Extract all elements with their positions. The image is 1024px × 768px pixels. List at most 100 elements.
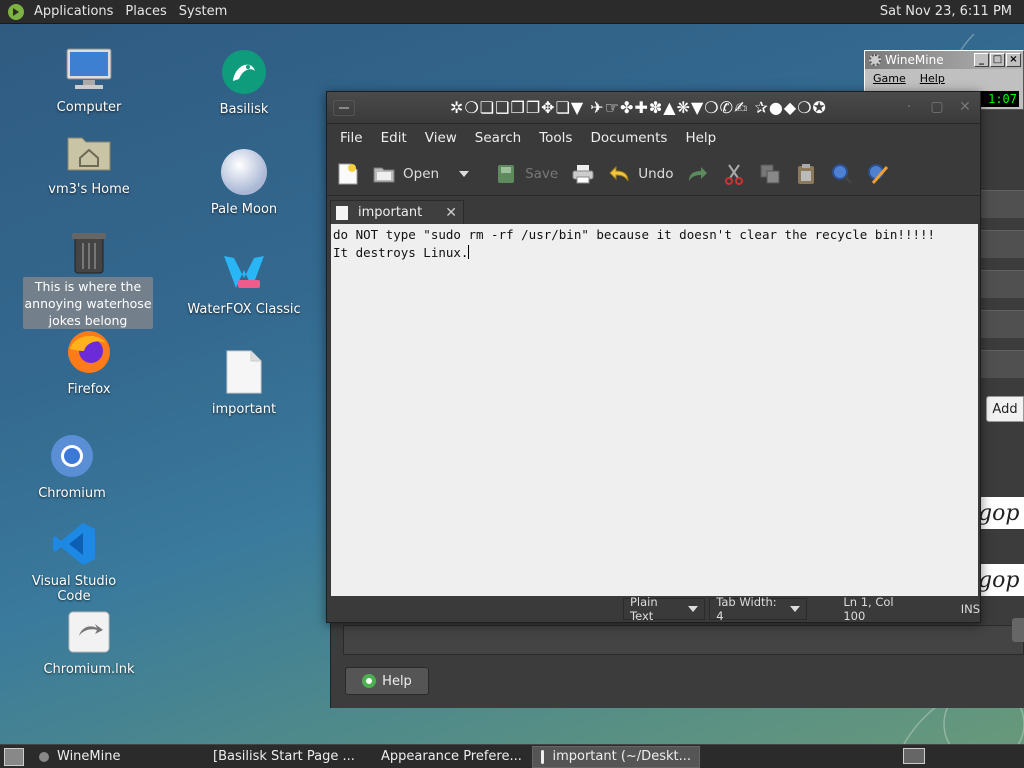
desktop-icon-computer[interactable]: Computer: [29, 46, 149, 115]
maximize-button[interactable]: □: [990, 53, 1005, 67]
text-editor-area[interactable]: do NOT type "sudo rm -rf /usr/bin" becau…: [331, 224, 978, 596]
minimize-button[interactable]: ·: [898, 96, 920, 118]
close-tab-icon[interactable]: ✕: [445, 205, 457, 221]
menu-view[interactable]: View: [416, 130, 466, 146]
help-icon: [362, 674, 377, 688]
desktop-icon-label: Pale Moon: [210, 202, 278, 217]
tab-important[interactable]: important ✕: [330, 200, 464, 224]
window-title: ✲❍❏❑❒❐✥❏▼ ✈☞✤✚✽▲❋▼❍✆✍ ✰●◆❍✪: [450, 98, 827, 117]
add-button[interactable]: Add: [986, 396, 1024, 422]
clock[interactable]: Sat Nov 23, 6:11 PM: [880, 4, 1024, 19]
language-selector[interactable]: Plain Text: [623, 595, 706, 623]
window-menu-button[interactable]: [333, 99, 355, 116]
tab-width-selector[interactable]: Tab Width: 4: [709, 595, 808, 623]
desktop-icon-label: WaterFOX Classic: [187, 302, 301, 317]
menu-documents[interactable]: Documents: [581, 130, 676, 146]
vscode-icon: [50, 520, 98, 568]
applications-menu[interactable]: Applications: [28, 0, 119, 24]
close-button[interactable]: ×: [1006, 53, 1021, 67]
winemine-task-icon: [39, 751, 49, 762]
desktop-icon-chromium[interactable]: Chromium: [12, 432, 132, 501]
open-dropdown[interactable]: [453, 159, 475, 189]
save-label: Save: [525, 165, 559, 182]
print-icon: [572, 163, 594, 185]
text-file-icon: [336, 205, 348, 220]
editor-menubar: File Edit View Search Tools Documents He…: [327, 124, 980, 152]
list-row[interactable]: [978, 190, 1024, 218]
text-editor-task-icon: [541, 749, 545, 764]
paste-button[interactable]: [795, 159, 817, 189]
text-editor-window[interactable]: ✲❍❏❑❒❐✥❏▼ ✈☞✤✚✽▲❋▼❍✆✍ ✰●◆❍✪ · ▢ ✕ File E…: [326, 91, 981, 623]
open-button[interactable]: Open: [373, 159, 439, 189]
maximize-button[interactable]: ▢: [926, 96, 948, 118]
new-document-icon: [337, 163, 359, 185]
trash-icon: [65, 228, 113, 276]
task-winemine[interactable]: WineMine: [30, 746, 194, 768]
input-row: [343, 625, 1024, 655]
new-button[interactable]: [337, 159, 359, 189]
menu-tools[interactable]: Tools: [530, 130, 581, 146]
open-folder-icon: [373, 163, 395, 185]
editor-titlebar[interactable]: ✲❍❏❑❒❐✥❏▼ ✈☞✤✚✽▲❋▼❍✆✍ ✰●◆❍✪ · ▢ ✕: [327, 92, 980, 124]
menu-game[interactable]: Game: [873, 72, 906, 85]
print-button[interactable]: [572, 159, 594, 189]
trash-tooltip: This is where the annoying waterhose jok…: [23, 277, 153, 329]
redo-button[interactable]: [687, 159, 709, 189]
text-file-icon: [220, 348, 268, 396]
places-menu[interactable]: Places: [119, 0, 172, 24]
list-row[interactable]: [978, 230, 1024, 258]
save-button[interactable]: Save: [495, 159, 558, 189]
cut-icon: [723, 163, 745, 185]
cursor-position: Ln 1, Col 100: [843, 595, 894, 623]
desktop-icon-waterfox[interactable]: WaterFOX Classic: [184, 248, 304, 317]
chevron-down-icon: [453, 163, 475, 185]
desktop-icon-vscode[interactable]: Visual Studio Code: [14, 520, 134, 604]
font-preview: gop: [976, 497, 1024, 529]
minimize-button[interactable]: _: [974, 53, 989, 67]
list-row[interactable]: [978, 350, 1024, 378]
cut-button[interactable]: [723, 159, 745, 189]
list-row[interactable]: [978, 310, 1024, 338]
menu-search[interactable]: Search: [466, 130, 530, 146]
desktop-icon-basilisk[interactable]: Basilisk: [184, 48, 304, 117]
winemine-titlebar[interactable]: WineMine _ □ ×: [865, 51, 1023, 69]
menu-help[interactable]: Help: [676, 130, 725, 146]
list-row[interactable]: [978, 270, 1024, 298]
show-desktop-button[interactable]: [4, 747, 24, 766]
help-button[interactable]: Help: [345, 667, 429, 695]
task-important[interactable]: important (~/Deskt...: [532, 745, 700, 768]
desktop-icon-trash[interactable]: [29, 228, 149, 282]
menu-file[interactable]: File: [331, 130, 372, 146]
menu-edit[interactable]: Edit: [372, 130, 416, 146]
desktop-icon-home[interactable]: vm3's Home: [29, 128, 149, 197]
redo-icon: [687, 163, 709, 185]
find-button[interactable]: [831, 159, 853, 189]
workspace-switcher[interactable]: [903, 748, 925, 764]
undo-button[interactable]: Undo: [608, 159, 673, 189]
editor-toolbar: Open Save Undo: [327, 152, 980, 196]
help-label: Help: [382, 673, 412, 689]
copy-button[interactable]: [759, 159, 781, 189]
replace-button[interactable]: [867, 159, 889, 189]
task-label: WineMine: [57, 749, 121, 764]
desktop-icon-firefox[interactable]: Firefox: [29, 328, 149, 397]
task-basilisk[interactable]: [Basilisk Start Page ...: [196, 746, 362, 768]
copy-icon: [759, 163, 781, 185]
desktop-icon-label: vm3's Home: [48, 182, 130, 197]
text-line: It destroys Linux.: [333, 245, 469, 260]
font-preview: gop: [976, 564, 1024, 596]
desktop-icon-chromium-lnk[interactable]: Chromium.lnk: [29, 608, 149, 677]
mint-menu-icon[interactable]: [8, 3, 24, 20]
desktop-icon-label: Chromium.lnk: [43, 662, 135, 677]
chevron-down-icon: [688, 606, 699, 612]
menu-help[interactable]: Help: [920, 72, 945, 85]
system-menu[interactable]: System: [173, 0, 233, 24]
desktop-icon-palemoon[interactable]: Pale Moon: [184, 148, 304, 217]
task-appearance[interactable]: Appearance Prefere...: [364, 746, 530, 768]
desktop-icon-label: important: [211, 402, 277, 417]
desktop-icon-important[interactable]: important: [184, 348, 304, 417]
open-label: Open: [403, 165, 440, 182]
desktop-icon-label: Computer: [56, 100, 122, 115]
close-button[interactable]: ✕: [954, 96, 976, 118]
scroll-handle[interactable]: [1012, 618, 1024, 642]
